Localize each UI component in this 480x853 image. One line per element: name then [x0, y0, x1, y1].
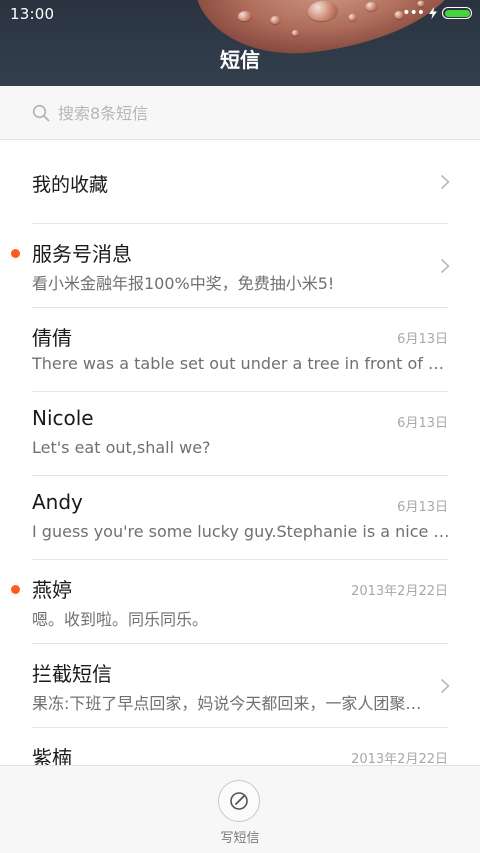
- conversation-row[interactable]: 燕婷 2013年2月22日 嗯。收到啦。同乐同乐。: [0, 560, 480, 644]
- blocked-messages-row[interactable]: 拦截短信 果冻:下班了早点回家，妈说今天都回来，一家人团聚过…: [0, 644, 480, 728]
- status-icons: •••: [402, 5, 472, 21]
- signal-dots-icon: •••: [402, 5, 425, 21]
- search-input[interactable]: [58, 100, 438, 126]
- unread-dot: [11, 585, 20, 594]
- chevron-right-icon: [440, 678, 450, 694]
- conversation-row[interactable]: 服务号消息 看小米金融年报100%中奖，免费抽小米5!: [0, 224, 480, 308]
- pencil-circle-icon: [230, 792, 248, 810]
- search-bar[interactable]: [0, 86, 480, 140]
- conversation-date: 2013年2月22日: [351, 584, 448, 599]
- conversation-date: 6月13日: [397, 500, 448, 515]
- conversation-preview: 嗯。收到啦。同乐同乐。: [32, 610, 209, 629]
- conversation-name: 燕婷: [32, 578, 72, 602]
- favorites-row[interactable]: 我的收藏: [0, 140, 480, 224]
- search-icon: [32, 104, 50, 122]
- status-time: 13:00: [10, 5, 55, 23]
- battery-icon: [442, 7, 472, 19]
- conversation-row[interactable]: 倩倩 6月13日 There was a table set out under…: [0, 308, 480, 392]
- charging-bolt-icon: [429, 7, 437, 19]
- conversation-row[interactable]: Nicole 6月13日 Let's eat out,shall we?: [0, 392, 480, 476]
- conversation-preview: 看小米金融年报100%中奖，免费抽小米5!: [32, 274, 335, 293]
- conversation-row[interactable]: Andy 6月13日 I guess you're some lucky guy…: [0, 476, 480, 560]
- compose-button[interactable]: [218, 780, 260, 822]
- conversation-date: 6月13日: [397, 332, 448, 347]
- conversation-date: 6月13日: [397, 416, 448, 431]
- conversation-preview: I guess you're some lucky guy.Stephanie …: [32, 522, 450, 541]
- conversation-name: 拦截短信: [32, 662, 112, 686]
- bottom-bar: 写短信: [0, 765, 480, 853]
- battery-fill: [444, 9, 470, 17]
- conversation-preview: There was a table set out under a tree i…: [32, 354, 450, 373]
- messages-screen: 13:00 ••• 短信 我的收藏 服务号消息: [0, 0, 480, 853]
- unread-dot: [11, 249, 20, 258]
- page-title: 短信: [220, 48, 260, 72]
- chevron-right-icon: [440, 258, 450, 274]
- conversation-name: Nicole: [32, 406, 94, 430]
- header: 13:00 ••• 短信: [0, 0, 480, 86]
- conversation-list: 我的收藏 服务号消息 看小米金融年报100%中奖，免费抽小米5! 倩倩 6月13…: [0, 140, 480, 812]
- chevron-right-icon: [440, 174, 450, 190]
- conversation-name: 倩倩: [32, 326, 72, 350]
- compose-label: 写短信: [220, 831, 260, 846]
- conversation-preview: Let's eat out,shall we?: [32, 438, 211, 457]
- favorites-label: 我的收藏: [32, 174, 109, 196]
- conversation-preview: 果冻:下班了早点回家，妈说今天都回来，一家人团聚过…: [32, 694, 430, 713]
- conversation-name: 服务号消息: [32, 242, 132, 266]
- conversation-name: Andy: [32, 490, 83, 514]
